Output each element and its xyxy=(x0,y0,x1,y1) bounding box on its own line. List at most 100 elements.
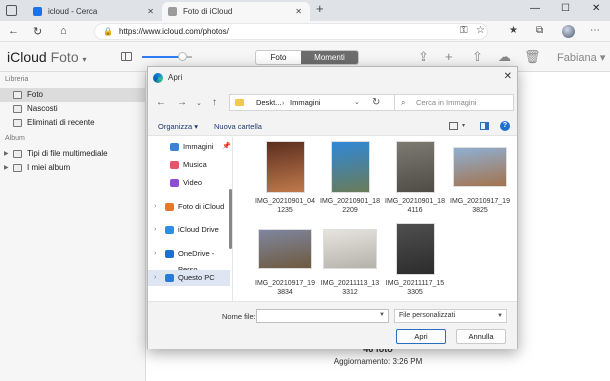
apple-icon xyxy=(168,7,177,16)
chevron-right-icon[interactable]: ▶ xyxy=(4,161,9,175)
file-item[interactable]: IMG_20210901_041235 xyxy=(254,141,316,221)
view-options-icon[interactable] xyxy=(449,122,458,130)
back-icon[interactable]: ← xyxy=(8,25,19,37)
file-thumbnail xyxy=(254,141,316,193)
open-button[interactable]: Apri xyxy=(396,329,446,344)
scrollbar[interactable] xyxy=(229,189,232,249)
file-item[interactable]: IMG_20211113_133312 xyxy=(319,223,381,303)
sidebar-item-media-types[interactable]: ▶ Tipi di file multimediale xyxy=(0,147,146,161)
chevron-down-icon[interactable]: ⌄ xyxy=(196,99,202,107)
file-thumbnail xyxy=(384,141,446,193)
upload-icon[interactable]: ⇪ xyxy=(418,49,429,65)
file-item[interactable]: IMG_20211117_153305 xyxy=(384,223,446,303)
share-icon[interactable]: ⇧ xyxy=(472,49,483,65)
nav-item[interactable]: Musica xyxy=(148,157,230,173)
user-name: Fabiana xyxy=(557,52,597,64)
nav-item-label: Video xyxy=(183,178,203,187)
sidebar-item-eliminati[interactable]: Eliminati di recente xyxy=(0,116,146,130)
sidebar-toggle-icon[interactable] xyxy=(121,52,132,61)
sidebar-item-nascosti[interactable]: Nascosti xyxy=(0,102,146,116)
search-placeholder: Cerca in Immagini xyxy=(416,98,477,107)
nav-item[interactable]: Immagini 📌 xyxy=(148,139,231,155)
dialog-search-input[interactable]: ⌕ Cerca in Immagini xyxy=(394,94,514,111)
nav-item[interactable]: › Foto di iCloud xyxy=(148,199,230,215)
chevron-right-icon[interactable]: › xyxy=(154,199,156,215)
nav-item[interactable]: › Questo PC xyxy=(148,270,230,286)
dialog-footer: Nome file: ▼ File personalizzati ▼ Apri … xyxy=(148,301,517,349)
cancel-button[interactable]: Annulla xyxy=(456,329,506,344)
more-icon[interactable]: ⋯ xyxy=(590,25,600,36)
chevron-down-icon[interactable]: ▼ xyxy=(379,312,385,318)
url-field[interactable]: 🔒 https://www.icloud.com/photos/ xyxy=(94,23,488,40)
close-icon[interactable]: ✕ xyxy=(295,2,302,21)
new-folder-button[interactable]: Nuova cartella xyxy=(214,122,262,131)
refresh-icon[interactable]: ↻ xyxy=(33,25,42,38)
favorites-icon[interactable]: ★ xyxy=(509,25,518,36)
zoom-knob[interactable] xyxy=(178,52,187,61)
segment-momenti[interactable]: Momenti xyxy=(301,51,358,64)
breadcrumb-separator-icon: › xyxy=(282,98,285,107)
breadcrumb-item[interactable]: Deskt... xyxy=(256,95,281,110)
favorite-star-icon[interactable]: ☆ xyxy=(476,25,485,36)
nav-item[interactable]: ›OneDrive - Perso xyxy=(148,246,230,274)
nav-item[interactable]: Video xyxy=(148,175,230,191)
sidebar-item-label: Eliminati di recente xyxy=(27,118,95,127)
minimize-icon[interactable]: — xyxy=(530,3,540,14)
collections-icon[interactable]: ⧉ xyxy=(536,25,543,36)
view-segmented-control: Foto Momenti xyxy=(255,50,359,65)
organize-button[interactable]: Organizza ▾ xyxy=(158,122,198,131)
breadcrumb-item[interactable]: Immagini xyxy=(290,95,320,110)
url-text: https://www.icloud.com/photos/ xyxy=(119,27,229,36)
back-arrow-icon[interactable]: ← xyxy=(156,97,166,108)
filename-input[interactable]: ▼ xyxy=(256,309,389,323)
user-menu[interactable]: Fabiana ▾ xyxy=(557,51,605,64)
sidebar-item-my-albums[interactable]: ▶ I miei album xyxy=(0,161,146,175)
avatar[interactable] xyxy=(562,25,575,38)
chevron-right-icon[interactable]: › xyxy=(154,246,156,262)
file-item[interactable]: IMG_20210917_193825 xyxy=(449,141,511,221)
file-item[interactable]: IMG_20210901_184116 xyxy=(384,141,446,221)
chevron-right-icon[interactable]: › xyxy=(154,222,156,238)
file-name: IMG_20210917_193825 xyxy=(450,198,510,214)
tab-icloud-search[interactable]: icloud - Cerca ✕ xyxy=(27,2,162,21)
chevron-right-icon[interactable]: › xyxy=(154,270,156,286)
chevron-right-icon[interactable]: ▶ xyxy=(4,147,9,161)
zoom-slider[interactable] xyxy=(142,52,192,61)
lock-icon[interactable]: 🔒 xyxy=(103,27,113,36)
breadcrumb[interactable]: Deskt... › Immagini ⌄ xyxy=(229,94,395,111)
nav-item[interactable]: › iCloud Drive xyxy=(148,222,230,238)
maximize-icon[interactable]: ☐ xyxy=(561,3,570,14)
file-name: IMG_20211113_133312 xyxy=(320,280,380,296)
home-icon[interactable]: ⌂ xyxy=(60,25,67,37)
close-icon[interactable]: ✕ xyxy=(504,71,512,82)
key-icon[interactable]: ⚿ xyxy=(460,25,468,36)
close-icon[interactable]: ✕ xyxy=(147,2,154,21)
help-icon[interactable]: ? xyxy=(500,121,510,131)
chevron-down-icon[interactable]: ▾ xyxy=(462,122,465,129)
file-item[interactable]: IMG_20210901_182209 xyxy=(319,141,381,221)
address-bar: ← ↻ ⌂ 🔒 https://www.icloud.com/photos/ ⚿… xyxy=(0,21,610,42)
browser-tab-bar: icloud - Cerca ✕ Foto di iCloud ✕ + — ☐ … xyxy=(0,0,610,21)
forward-arrow-icon[interactable]: → xyxy=(177,97,187,108)
sidebar-item-foto[interactable]: Foto xyxy=(0,88,146,102)
filetype-select[interactable]: File personalizzati ▼ xyxy=(394,309,507,323)
refresh-icon[interactable]: ↻ xyxy=(372,97,380,108)
segment-foto[interactable]: Foto xyxy=(256,51,301,64)
app-title[interactable]: iCloud Foto ▾ xyxy=(7,49,87,65)
tab-actions-icon[interactable] xyxy=(6,5,17,16)
add-icon[interactable]: + xyxy=(445,49,453,64)
preview-pane-icon[interactable] xyxy=(480,122,489,130)
close-window-icon[interactable]: ✕ xyxy=(592,3,600,14)
file-thumbnail xyxy=(254,223,316,275)
new-tab-button[interactable]: + xyxy=(316,1,324,16)
chevron-down-icon: ▼ xyxy=(497,313,503,319)
chevron-down-icon[interactable]: ⌄ xyxy=(354,95,360,110)
file-name: IMG_20210901_182209 xyxy=(320,198,380,214)
file-item[interactable]: IMG_20210917_193834 xyxy=(254,223,316,303)
up-arrow-icon[interactable]: ↑ xyxy=(212,97,217,108)
tab-icloud-photos[interactable]: Foto di iCloud ✕ xyxy=(162,2,310,21)
folder-icon xyxy=(235,99,244,106)
trash-icon[interactable]: 🗑 xyxy=(524,49,541,65)
cloud-download-icon[interactable]: ☁ xyxy=(498,49,511,65)
file-grid: IMG_20210901_041235 IMG_20210901_182209 IM… xyxy=(234,137,517,301)
